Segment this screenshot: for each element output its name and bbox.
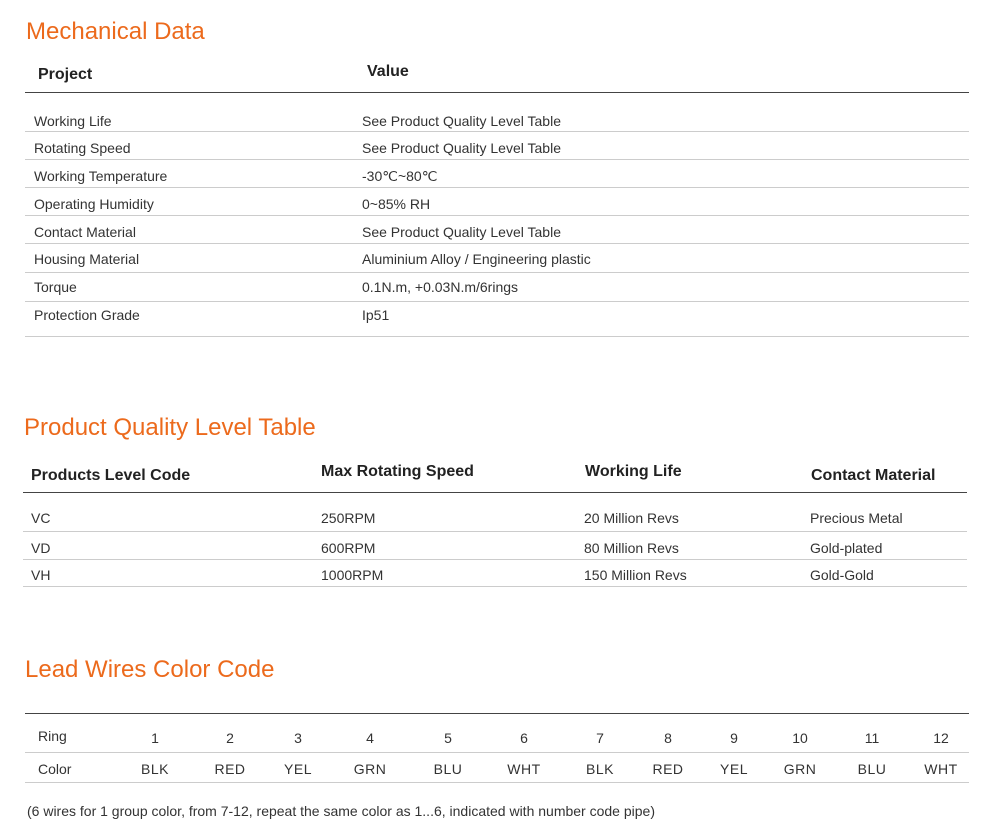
quality-row-material: Precious Metal (810, 510, 903, 526)
mechanical-row-project: Protection Grade (34, 307, 140, 323)
quality-row-code: VC (31, 510, 51, 526)
lead-wires-top-rule (25, 713, 969, 714)
quality-row-material: Gold-plated (810, 540, 883, 556)
ring-number: 4 (366, 730, 374, 746)
lead-wires-title: Lead Wires Color Code (25, 656, 275, 683)
quality-row-divider (23, 559, 967, 560)
mechanical-data-title: Mechanical Data (26, 18, 205, 45)
ring-number: 2 (226, 730, 234, 746)
quality-row-divider (23, 586, 967, 587)
quality-row-speed: 600RPM (321, 540, 376, 556)
quality-row-life: 20 Million Revs (584, 510, 679, 526)
wire-color: WHT (924, 761, 958, 777)
mechanical-row-value: 0~85% RH (362, 196, 431, 212)
ring-number: 1 (151, 730, 159, 746)
mechanical-row-project: Working Temperature (34, 168, 168, 184)
quality-header-code: Products Level Code (31, 467, 191, 484)
quality-row-code: VD (31, 540, 51, 556)
wire-color: GRN (783, 761, 817, 777)
lead-wires-note: (6 wires for 1 group color, from 7-12, r… (27, 803, 655, 819)
mechanical-row-divider (25, 159, 969, 160)
quality-header-rule (23, 492, 967, 493)
mechanical-row-divider (25, 215, 969, 216)
mechanical-row-divider (25, 272, 969, 273)
wire-color: GRN (353, 761, 387, 777)
mechanical-row-project: Housing Material (34, 251, 140, 267)
mechanical-row-value: See Product Quality Level Table (362, 224, 561, 240)
wire-color: RED (652, 761, 684, 777)
mechanical-row-value: Ip51 (362, 307, 390, 323)
mechanical-header-project: Project (38, 66, 93, 83)
ring-number: 10 (792, 730, 808, 746)
mechanical-row-value: -30℃~80℃ (362, 168, 438, 184)
wire-color: YEL (284, 761, 312, 777)
quality-table-title: Product Quality Level Table (24, 414, 316, 441)
quality-row-material: Gold-Gold (810, 567, 874, 583)
ring-number: 9 (730, 730, 738, 746)
ring-number: 6 (520, 730, 528, 746)
wire-color: BLU (857, 761, 887, 777)
mechanical-row-project: Operating Humidity (34, 196, 154, 212)
quality-row-speed: 250RPM (321, 510, 376, 526)
quality-row-life: 150 Million Revs (584, 567, 687, 583)
mechanical-row-value: 0.1N.m, +0.03N.m/6rings (362, 279, 519, 295)
wire-color: BLK (586, 761, 614, 777)
quality-header-speed: Max Rotating Speed (321, 463, 474, 480)
ring-number: 7 (596, 730, 604, 746)
mechanical-row-value: See Product Quality Level Table (362, 140, 561, 156)
mechanical-row-value: See Product Quality Level Table (362, 113, 561, 129)
wire-color: BLK (141, 761, 169, 777)
quality-row-code: VH (31, 567, 51, 583)
mechanical-row-divider (25, 187, 969, 188)
ring-label: Ring (38, 728, 67, 744)
quality-row-life: 80 Million Revs (584, 540, 679, 556)
ring-number: 8 (664, 730, 672, 746)
quality-row-divider (23, 531, 967, 532)
mechanical-row-project: Contact Material (34, 224, 136, 240)
ring-number: 12 (933, 730, 949, 746)
mechanical-row-divider (25, 336, 969, 337)
mechanical-row-value: Aluminium Alloy / Engineering plastic (362, 251, 591, 267)
ring-number: 3 (294, 730, 302, 746)
mechanical-row-project: Working Life (34, 113, 112, 129)
lead-wires-middle-rule (25, 752, 969, 753)
wire-color: RED (214, 761, 246, 777)
quality-header-material: Contact Material (811, 467, 936, 484)
mechanical-header-value: Value (367, 63, 409, 80)
ring-number: 5 (444, 730, 452, 746)
mechanical-row-divider (25, 301, 969, 302)
wire-color: YEL (720, 761, 748, 777)
lead-wires-bottom-rule (25, 782, 969, 783)
ring-number: 11 (864, 730, 880, 746)
mechanical-row-divider (25, 243, 969, 244)
color-label: Color (38, 761, 72, 777)
wire-color: BLU (433, 761, 463, 777)
mechanical-row-project: Torque (34, 279, 77, 295)
mechanical-row-project: Rotating Speed (34, 140, 131, 156)
wire-color: WHT (507, 761, 541, 777)
mechanical-header-rule (25, 92, 969, 93)
mechanical-row-divider (25, 131, 969, 132)
quality-row-speed: 1000RPM (321, 567, 384, 583)
quality-header-life: Working Life (585, 463, 682, 480)
